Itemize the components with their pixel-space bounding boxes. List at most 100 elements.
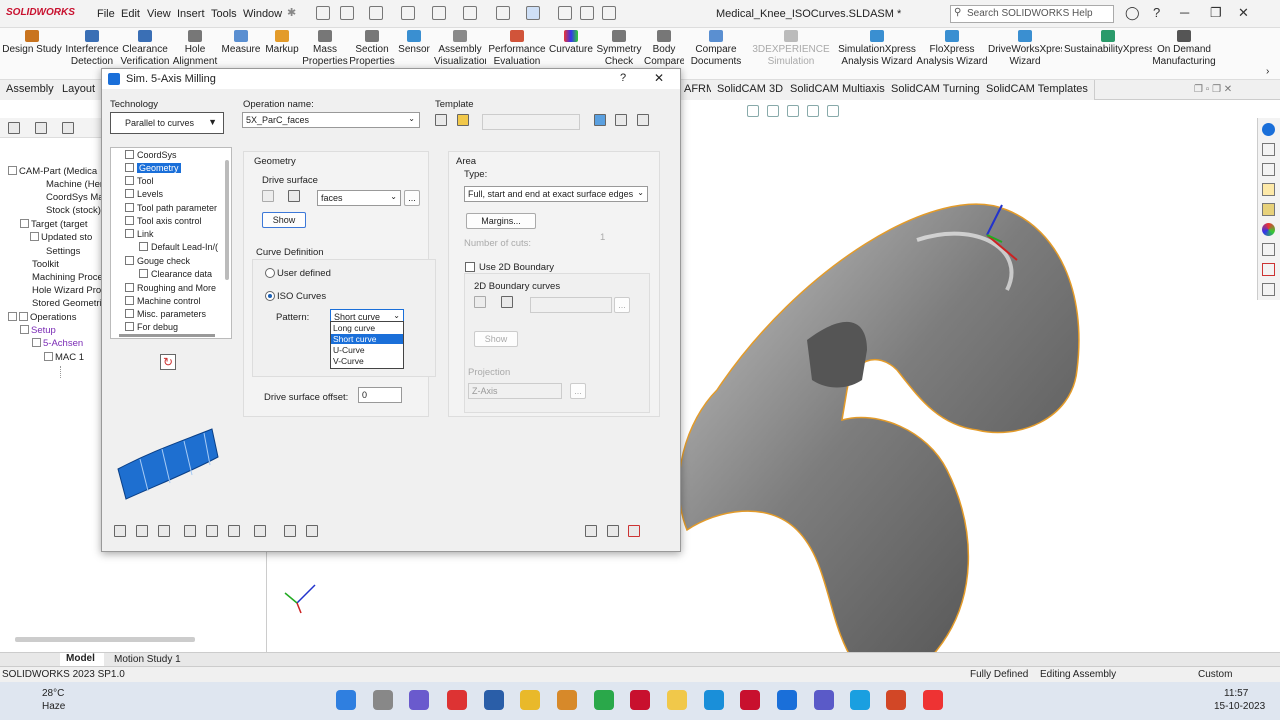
- tree-item-default-lead-in[interactable]: Default Lead-In/(: [139, 242, 218, 252]
- teams-icon[interactable]: [814, 690, 834, 710]
- iso-curves-radio[interactable]: [265, 291, 275, 301]
- units-status[interactable]: Custom: [1198, 669, 1232, 680]
- model-tab[interactable]: Model: [60, 653, 104, 666]
- tab-solidcam-turning[interactable]: SolidCAM Turning: [885, 80, 987, 100]
- ribbon-curvature-button[interactable]: Curvature: [548, 30, 594, 68]
- calculate-icon[interactable]: [637, 114, 649, 126]
- tab-assembly[interactable]: Assembly: [0, 80, 61, 100]
- simulate-icon[interactable]: [615, 114, 627, 126]
- tree-item-clearance-data[interactable]: Clearance data: [139, 269, 212, 279]
- calculate-icon[interactable]: [184, 525, 196, 537]
- home-pane-icon[interactable]: [1262, 143, 1275, 156]
- help-search-input[interactable]: Search SOLIDWORKS Help: [950, 5, 1114, 23]
- tree-item-tool-axis-control[interactable]: Tool axis control: [125, 216, 202, 226]
- custom-properties-icon[interactable]: [1262, 243, 1275, 256]
- ribbon-performance-evaluation-button[interactable]: Performance Evaluation: [488, 30, 546, 68]
- close-window-icon[interactable]: ✕: [1238, 5, 1249, 21]
- feature-tree-tab-icon[interactable]: [8, 122, 20, 134]
- redo-icon[interactable]: [496, 6, 510, 20]
- ribbon-interference-button[interactable]: Interference Detection: [64, 30, 120, 68]
- print-icon[interactable]: [432, 6, 446, 20]
- tree-horizontal-scrollbar[interactable]: [119, 334, 215, 337]
- exit-operation-icon[interactable]: [628, 525, 640, 537]
- new-boundary-icon[interactable]: [501, 296, 513, 308]
- view-palette-icon[interactable]: [1262, 203, 1275, 216]
- start-icon[interactable]: [336, 690, 356, 710]
- tree-scrollbar[interactable]: [225, 160, 229, 280]
- save-template-icon[interactable]: [435, 114, 447, 126]
- tree-item[interactable]: Target (target: [20, 219, 88, 230]
- task-view-icon[interactable]: [373, 690, 393, 710]
- user-icon[interactable]: ◯: [1125, 5, 1140, 21]
- chrome-icon[interactable]: [520, 690, 540, 710]
- tab-solidcam-templates[interactable]: SolidCAM Templates: [980, 80, 1095, 100]
- info-icon[interactable]: [594, 114, 606, 126]
- gcode-list-icon[interactable]: [306, 525, 318, 537]
- se-app-icon[interactable]: [484, 690, 504, 710]
- copy-operation-icon[interactable]: [607, 525, 619, 537]
- simulate-toolpath-icon[interactable]: [228, 525, 240, 537]
- ribbon-floxpress-button[interactable]: FloXpress Analysis Wizard: [916, 30, 988, 68]
- drive-surface-browse-button[interactable]: ...: [404, 190, 420, 206]
- ribbon-assembly-visualization-button[interactable]: Assembly Visualization: [434, 30, 486, 68]
- configuration-tab-icon[interactable]: [62, 122, 74, 134]
- app-icon[interactable]: [447, 690, 467, 710]
- help-icon[interactable]: ?: [1153, 5, 1160, 20]
- area-type-select[interactable]: Full, start and end at exact surface edg…: [464, 186, 648, 202]
- save-and-calculate-icon[interactable]: [136, 525, 148, 537]
- select-icon[interactable]: [526, 6, 540, 20]
- refresh-preview-icon[interactable]: ↻: [160, 354, 176, 370]
- new-geometry-icon[interactable]: [288, 190, 300, 202]
- horizontal-scrollbar[interactable]: [15, 637, 195, 642]
- tab-solidcam-multiaxis[interactable]: SolidCAM Multiaxis: [784, 80, 892, 100]
- gcode-generate-icon[interactable]: [284, 525, 296, 537]
- dialog-help-button[interactable]: ?: [620, 72, 626, 84]
- user-defined-radio[interactable]: [265, 268, 275, 278]
- technology-select[interactable]: Parallel to curves ▼: [110, 112, 224, 134]
- tree-item-machine-control[interactable]: Machine control: [125, 296, 201, 306]
- motion-study-tab[interactable]: Motion Study 1: [108, 654, 181, 665]
- powerpoint-icon[interactable]: [886, 690, 906, 710]
- tree-item[interactable]: MAC 1: [44, 352, 84, 363]
- open-file-icon[interactable]: [369, 6, 383, 20]
- tab-layout[interactable]: Layout: [56, 80, 103, 100]
- tree-item-roughing[interactable]: Roughing and More: [125, 283, 216, 293]
- pattern-option-u-curve[interactable]: U-Curve: [331, 345, 403, 355]
- solidcam-icon[interactable]: [1262, 263, 1275, 276]
- ribbon-section-properties-button[interactable]: Section Properties: [348, 30, 396, 68]
- ribbon-expand-icon[interactable]: ›: [1266, 66, 1269, 77]
- box-icon[interactable]: [254, 525, 266, 537]
- tree-item[interactable]: Machine (Herr: [46, 179, 106, 190]
- undo-icon[interactable]: [463, 6, 477, 20]
- appearance-icon[interactable]: [807, 105, 820, 117]
- tree-item[interactable]: Stored Geometrie: [32, 298, 107, 309]
- file-explorer-icon[interactable]: [667, 690, 687, 710]
- minimize-icon[interactable]: ─: [1180, 5, 1189, 20]
- ribbon-sensor-button[interactable]: Sensor: [396, 30, 432, 68]
- tree-item-geometry[interactable]: Geometry: [125, 163, 181, 173]
- pattern-option-v-curve[interactable]: V-Curve: [331, 356, 403, 366]
- tree-item[interactable]: Stock (stock): [46, 205, 101, 216]
- tree-item-levels[interactable]: Levels: [125, 189, 163, 199]
- ribbon-driveworksxpress-button[interactable]: DriveWorksXpress Wizard: [988, 30, 1062, 68]
- tree-item-tool[interactable]: Tool: [125, 176, 154, 186]
- view-orientation-icon[interactable]: [747, 105, 759, 117]
- skype-icon[interactable]: [850, 690, 870, 710]
- ribbon-sustainabilityxpress-button[interactable]: SustainabilityXpress: [1064, 30, 1152, 68]
- menu-window[interactable]: Window: [243, 8, 282, 20]
- dialog-close-button[interactable]: ✕: [654, 71, 664, 85]
- show-drive-surface-button[interactable]: Show: [262, 212, 306, 228]
- pattern-option-long-curve[interactable]: Long curve: [331, 323, 403, 333]
- operation-name-input[interactable]: 5X_ParC_faces ⌄: [242, 112, 420, 128]
- ribbon-measure-button[interactable]: Measure: [220, 30, 262, 68]
- property-manager-tab-icon[interactable]: [35, 122, 47, 134]
- menu-view[interactable]: View: [147, 8, 171, 20]
- tree-item[interactable]: CAM-Part (Medica: [8, 166, 97, 177]
- dialog-title-bar[interactable]: Sim. 5-Axis Milling ? ✕: [102, 69, 680, 89]
- tree-item[interactable]: Toolkit: [32, 259, 59, 270]
- file-explorer-icon[interactable]: [1262, 183, 1275, 196]
- design-library-icon[interactable]: [1262, 163, 1275, 176]
- tree-item-for-debug[interactable]: For debug: [125, 322, 178, 332]
- edge-icon[interactable]: [704, 690, 724, 710]
- tree-item[interactable]: Operations: [8, 312, 76, 323]
